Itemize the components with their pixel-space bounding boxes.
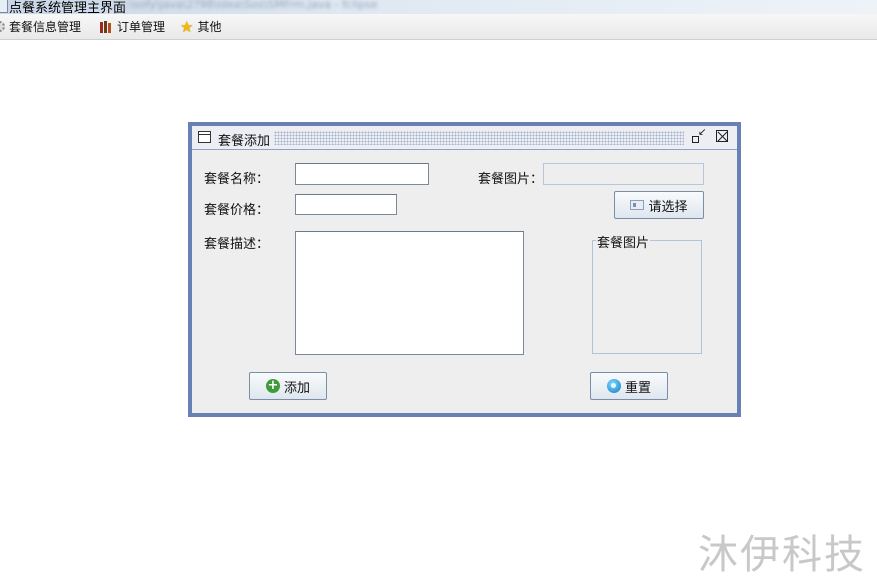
meal-image-path-field	[543, 163, 704, 185]
choose-image-label: 请选择	[648, 199, 688, 215]
meal-name-input[interactable]	[295, 163, 429, 185]
id-card-icon	[630, 200, 645, 210]
add-button[interactable]: + 添加	[249, 372, 327, 400]
add-meal-frame: 套餐添加 ↙ 套餐名称： 套餐图片： 套餐价格： 请选择 套餐描述： 套餐图片 …	[188, 122, 741, 417]
meal-image-label: 套餐图片：	[478, 172, 544, 187]
menu-bar: 套餐信息管理 订单管理 ★ 其他	[0, 14, 877, 40]
image-preview-title: 套餐图片	[596, 232, 651, 251]
app-icon	[0, 0, 8, 13]
restore-arrow-icon: ↙	[698, 127, 707, 138]
reset-button[interactable]: 重置	[590, 372, 668, 400]
reset-icon	[606, 379, 621, 393]
image-preview-box	[592, 240, 702, 354]
close-button[interactable]	[716, 130, 728, 142]
plus-icon: +	[265, 378, 280, 393]
window-icon	[198, 131, 211, 143]
meal-desc-label: 套餐描述：	[204, 237, 270, 252]
meal-name-label: 套餐名称：	[204, 172, 270, 187]
menu-other[interactable]: ★ 其他	[180, 14, 221, 39]
restore-button[interactable]: ↙	[690, 127, 707, 144]
meal-desc-textarea[interactable]	[295, 231, 524, 355]
choose-image-button[interactable]: 请选择	[614, 191, 704, 219]
window-titlebar: 点餐系统管理主界面 c:\sofy\java\2?98\idea\Sos\SMF…	[0, 0, 877, 14]
meal-price-label: 套餐价格：	[204, 203, 270, 218]
window-title: 点餐系统管理主界面	[9, 1, 127, 14]
meal-price-input[interactable]	[295, 194, 397, 215]
star-icon: ★	[180, 17, 194, 36]
window-file-path: c:\sofy\java\2?98\idea\Sos\SMFrm.java - …	[120, 0, 378, 11]
menu-orders[interactable]: 订单管理	[100, 14, 165, 39]
menu-meal-info[interactable]: 套餐信息管理	[0, 14, 81, 39]
frame-titlebar[interactable]: 套餐添加 ↙	[192, 126, 737, 150]
watermark: 沐伊科技	[698, 532, 866, 578]
menu-meal-info-label: 套餐信息管理	[9, 20, 82, 34]
gear-icon	[0, 21, 5, 32]
frame-title: 套餐添加	[218, 134, 271, 149]
add-button-label: 添加	[283, 380, 310, 396]
titlebar-grip	[274, 131, 684, 145]
menu-orders-label: 订单管理	[117, 20, 166, 34]
menu-other-label: 其他	[197, 20, 222, 34]
books-icon	[100, 20, 113, 33]
reset-button-label: 重置	[624, 380, 651, 396]
